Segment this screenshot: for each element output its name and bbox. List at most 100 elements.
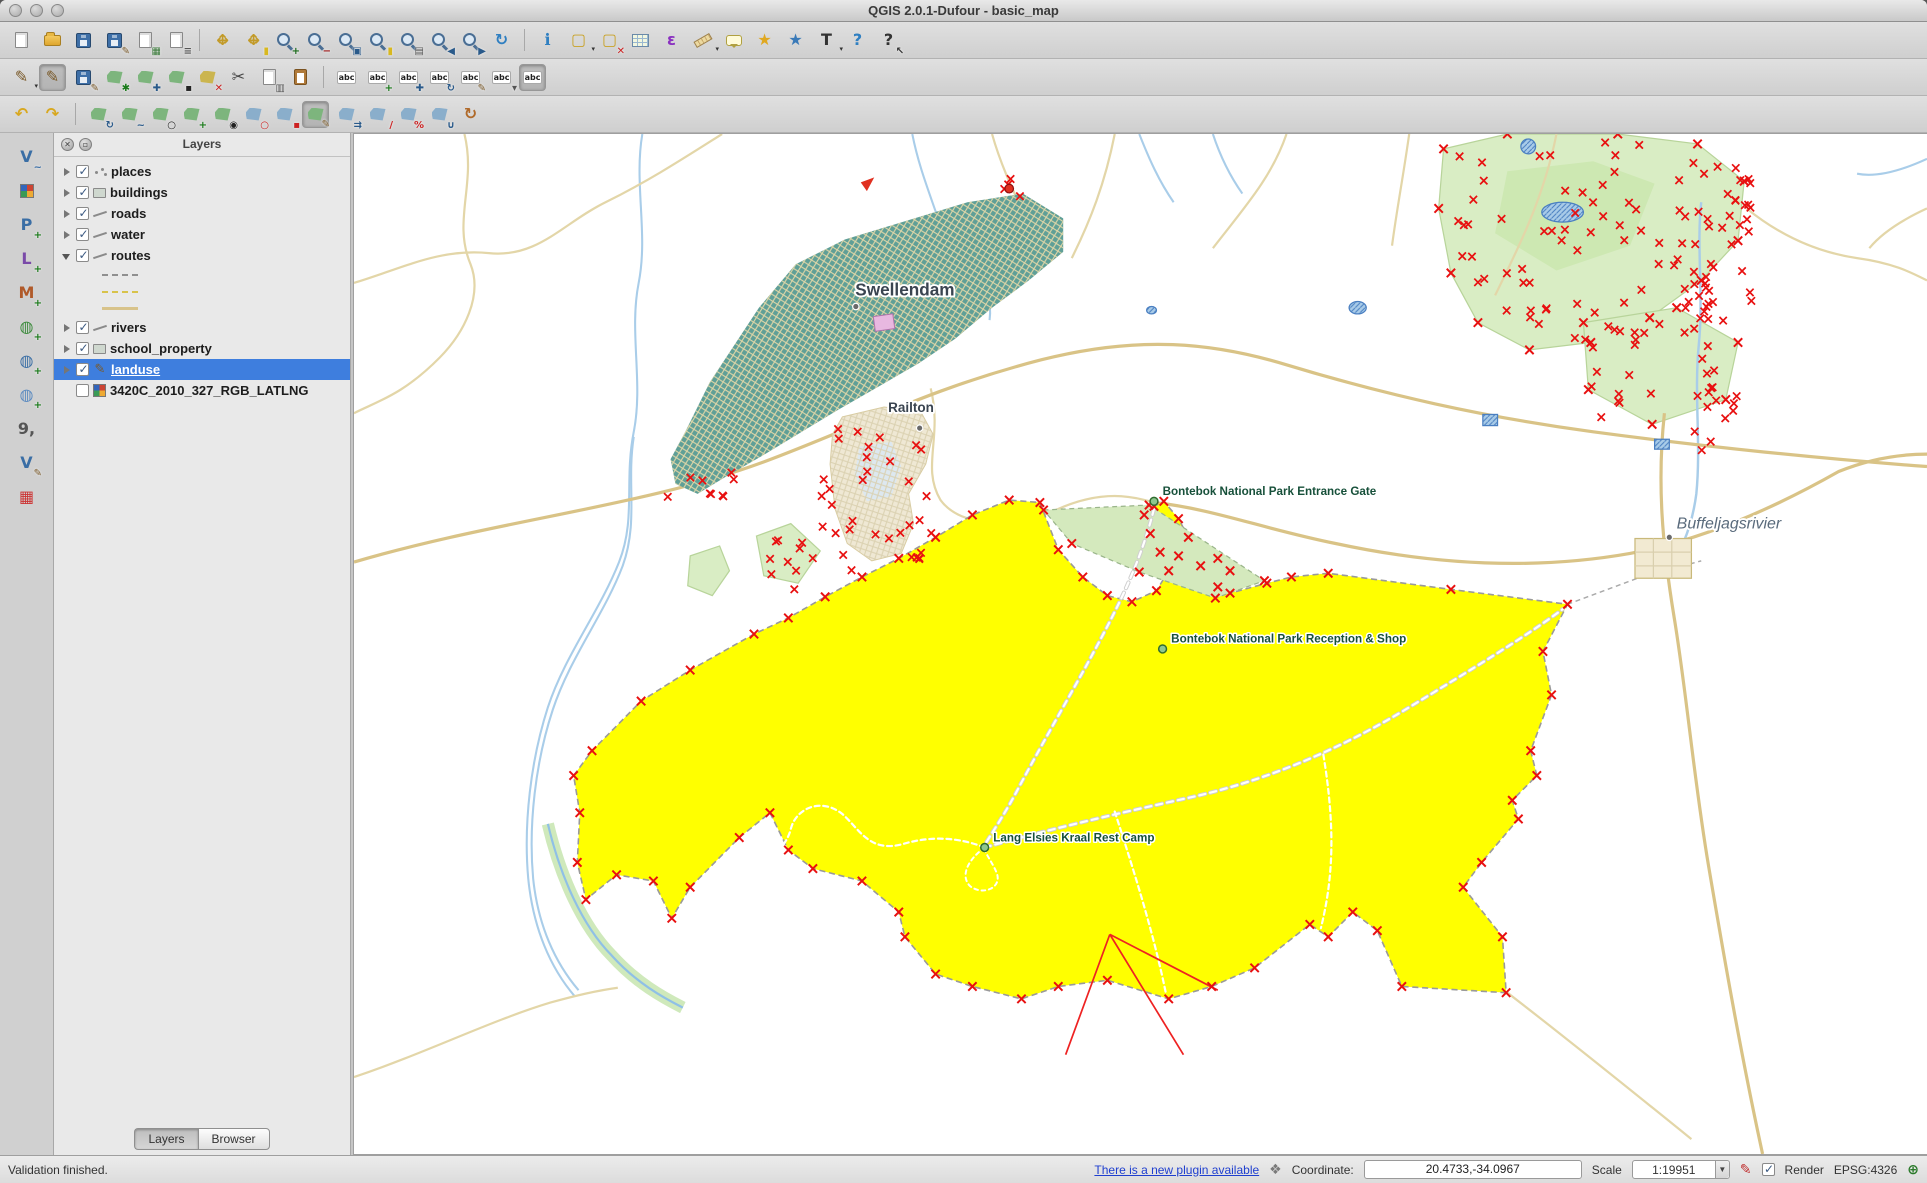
layer-visibility-checkbox[interactable] xyxy=(76,363,89,376)
save-project-icon[interactable] xyxy=(70,27,97,54)
render-checkbox[interactable] xyxy=(1762,1163,1775,1176)
rotate-feature-icon[interactable]: ↻ xyxy=(85,101,112,128)
add-postgis-layer-icon[interactable]: P+ xyxy=(13,211,40,238)
measure-line-icon[interactable]: ▾ xyxy=(689,27,716,54)
text-annotation-icon[interactable]: T▾ xyxy=(813,27,840,54)
layer-expander-icon[interactable] xyxy=(62,230,72,240)
add-mssql-layer-icon[interactable]: M+ xyxy=(13,279,40,306)
add-vector-layer-icon[interactable]: V~ xyxy=(13,143,40,170)
show-bookmarks-icon[interactable]: ★ xyxy=(782,27,809,54)
dropdown-arrow-icon[interactable]: ▾ xyxy=(34,82,38,90)
add-wfs-layer-icon[interactable]: ◍+ xyxy=(13,381,40,408)
delete-part-icon[interactable]: ▪ xyxy=(271,101,298,128)
zoom-full-icon[interactable]: ▣ xyxy=(333,27,360,54)
save-layer-edits-icon[interactable]: ✎ xyxy=(70,64,97,91)
zoom-out-icon[interactable]: − xyxy=(302,27,329,54)
whats-this-icon[interactable]: ?↖ xyxy=(875,27,902,54)
remove-layer-icon[interactable]: ▦ xyxy=(13,483,40,510)
node-tool-icon[interactable]: ▪ xyxy=(163,64,190,91)
add-raster-layer-icon[interactable] xyxy=(13,177,40,204)
tab-layers[interactable]: Layers xyxy=(134,1128,197,1150)
cut-features-icon[interactable]: ✂ xyxy=(225,64,252,91)
merge-features-icon[interactable]: ∪ xyxy=(426,101,453,128)
map-canvas[interactable]: SwellendamRailtonBontebok National Park … xyxy=(353,133,1927,1155)
fill-ring-icon[interactable]: ◉ xyxy=(209,101,236,128)
current-edits-icon[interactable]: ✎▾ xyxy=(8,64,35,91)
zoom-to-layer-icon[interactable]: ▤ xyxy=(395,27,422,54)
redo-icon[interactable]: ↷ xyxy=(39,101,66,128)
new-shapefile-layer-icon[interactable]: V✎ xyxy=(13,449,40,476)
crs-status-icon[interactable]: ⊕ xyxy=(1907,1163,1919,1177)
identify-features-icon[interactable]: ℹ xyxy=(534,27,561,54)
layer-expander-icon[interactable] xyxy=(62,251,72,261)
layer-item-roads[interactable]: roads xyxy=(54,203,350,224)
add-wms-layer-icon[interactable]: ◍+ xyxy=(13,313,40,340)
new-plugin-link[interactable]: There is a new plugin available xyxy=(1094,1163,1259,1177)
layer-visibility-checkbox[interactable] xyxy=(76,249,89,262)
layer-item-rivers[interactable]: rivers xyxy=(54,317,350,338)
stop-rendering-icon[interactable]: ✎ xyxy=(1740,1163,1752,1177)
open-attribute-table-icon[interactable] xyxy=(627,27,654,54)
layer-visibility-checkbox[interactable] xyxy=(76,186,89,199)
label-add-icon[interactable]: abc+ xyxy=(364,64,391,91)
layer-item-water[interactable]: water xyxy=(54,224,350,245)
field-calculator-icon[interactable]: ε xyxy=(658,27,685,54)
add-delimited-text-layer-icon[interactable]: 9, xyxy=(13,415,40,442)
undo-icon[interactable]: ↶ xyxy=(8,101,35,128)
tab-browser[interactable]: Browser xyxy=(198,1128,270,1150)
layer-item-buildings[interactable]: buildings xyxy=(54,182,350,203)
paste-features-icon[interactable] xyxy=(287,64,314,91)
split-features-icon[interactable]: / xyxy=(364,101,391,128)
new-print-composer-icon[interactable]: ▦ xyxy=(132,27,159,54)
refresh-map-icon[interactable]: ↻ xyxy=(488,27,515,54)
deselect-features-icon[interactable]: ▢✕ xyxy=(596,27,623,54)
layer-expander-icon[interactable] xyxy=(62,188,72,198)
layer-item-3420C_2010_327_RGB_LATLNG[interactable]: 3420C_2010_327_RGB_LATLNG xyxy=(54,380,350,401)
layer-visibility-checkbox[interactable] xyxy=(76,321,89,334)
layer-visibility-checkbox[interactable] xyxy=(76,342,89,355)
select-features-icon[interactable]: ▢▾ xyxy=(565,27,592,54)
layer-expander-icon[interactable] xyxy=(62,365,72,375)
split-parts-icon[interactable]: % xyxy=(395,101,422,128)
coordinate-input[interactable]: 20.4733,-34.0967 xyxy=(1364,1160,1582,1179)
layer-item-places[interactable]: places xyxy=(54,161,350,182)
reshape-features-icon[interactable]: ✎ xyxy=(302,101,329,128)
layer-expander-icon[interactable] xyxy=(62,344,72,354)
chevron-down-icon[interactable]: ▼ xyxy=(1715,1161,1729,1178)
label-rotate-icon[interactable]: abc↻ xyxy=(426,64,453,91)
dropdown-arrow-icon[interactable]: ▾ xyxy=(715,45,719,53)
save-project-as-icon[interactable]: ✎ xyxy=(101,27,128,54)
pan-map-icon[interactable] xyxy=(209,27,236,54)
plugin-icon[interactable]: ❖ xyxy=(1269,1163,1282,1177)
label-move-icon[interactable]: abc✚ xyxy=(395,64,422,91)
layer-visibility-checkbox[interactable] xyxy=(76,228,89,241)
dropdown-arrow-icon[interactable]: ▾ xyxy=(839,45,843,53)
delete-selected-icon[interactable]: ✕ xyxy=(194,64,221,91)
title-bar[interactable]: QGIS 2.0.1-Dufour - basic_map xyxy=(0,0,1927,22)
add-feature-icon[interactable]: ✱ xyxy=(101,64,128,91)
map-tips-icon[interactable] xyxy=(720,27,747,54)
add-spatialite-layer-icon[interactable]: L+ xyxy=(13,245,40,272)
layer-item-school_property[interactable]: school_property xyxy=(54,338,350,359)
layer-item-landuse[interactable]: ✎landuse xyxy=(54,359,350,380)
composer-manager-icon[interactable]: ≡ xyxy=(163,27,190,54)
zoom-next-icon[interactable]: ▶ xyxy=(457,27,484,54)
dropdown-arrow-icon[interactable]: ▾ xyxy=(591,45,595,53)
layer-visibility-checkbox[interactable] xyxy=(76,384,89,397)
open-project-icon[interactable] xyxy=(39,27,66,54)
new-bookmark-icon[interactable]: ★ xyxy=(751,27,778,54)
zoom-in-icon[interactable]: + xyxy=(271,27,298,54)
zoom-to-selection-icon[interactable]: ▮ xyxy=(364,27,391,54)
pan-to-selection-icon[interactable]: ▮ xyxy=(240,27,267,54)
add-ring-icon[interactable]: ○ xyxy=(147,101,174,128)
simplify-feature-icon[interactable]: ~ xyxy=(116,101,143,128)
label-highlight-pinned-icon[interactable]: abc xyxy=(519,64,546,91)
label-change-icon[interactable]: abc✎ xyxy=(457,64,484,91)
layer-expander-icon[interactable] xyxy=(62,167,72,177)
offset-curve-icon[interactable]: ⇉ xyxy=(333,101,360,128)
delete-ring-icon[interactable]: ○ xyxy=(240,101,267,128)
add-part-icon[interactable]: + xyxy=(178,101,205,128)
copy-features-icon[interactable]: ▥ xyxy=(256,64,283,91)
move-feature-icon[interactable]: ✚ xyxy=(132,64,159,91)
add-wcs-layer-icon[interactable]: ◍+ xyxy=(13,347,40,374)
